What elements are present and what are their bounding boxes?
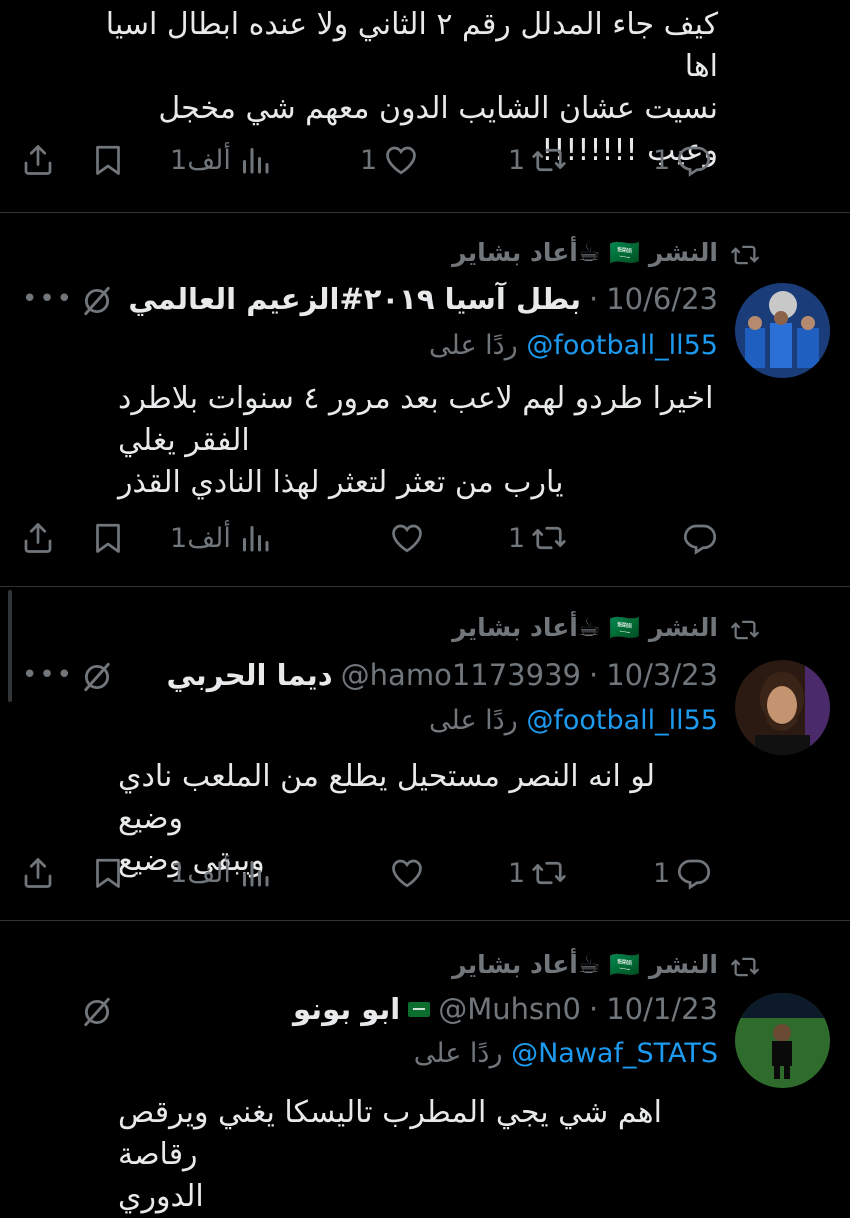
share-button[interactable] [20,520,56,556]
repost-icon [531,142,567,178]
reply-mention[interactable]: @Nawaf_STATS [511,1038,718,1069]
bookmark-button[interactable] [90,520,126,556]
display-name[interactable]: ديما الحربي [166,658,332,692]
bookmark-button[interactable] [90,855,126,891]
reply-mention[interactable]: @football_ll55 [526,330,718,361]
display-name[interactable]: ابو بونو [293,992,400,1026]
grok-icon[interactable] [80,284,114,318]
handle: · [588,282,599,316]
like-button[interactable]: 1 [360,142,419,178]
tweet-text: اخيرا طردو لهم لاعب بعد مرور ٤ سنوات بلا… [118,381,714,500]
share-button[interactable] [20,855,56,891]
like-icon [383,142,419,178]
views-icon [237,142,273,178]
like-button[interactable] [383,520,425,556]
timestamp[interactable]: 10/3/23 [606,658,718,692]
tweet-text: اهم شي يجي المطرب تاليسكا يغني ويرقص رقا… [118,1095,662,1214]
bookmark-icon [90,520,126,556]
separator-dot: · [588,658,599,692]
avatar[interactable] [735,660,830,755]
handle[interactable]: @Muhsn0 [438,992,581,1026]
tweet-3-header: ابو بونو @Muhsn0 · 10/1/23 [293,992,718,1026]
repost-button[interactable]: 1 [508,855,567,891]
timestamp[interactable]: 10/6/23 [606,282,718,316]
reply-mention[interactable]: @football_ll55 [526,705,718,736]
reply-icon [682,520,718,556]
reply-prefix: ردًا على [429,705,518,736]
share-icon [20,855,56,891]
avatar[interactable] [735,283,830,378]
reply-count: 1 [653,857,671,889]
reply-button[interactable]: 1 [653,142,712,178]
repost-count: 1 [508,144,526,176]
reply-button[interactable]: 1 [653,855,712,891]
retweeted-by: أعاد بشاير☕ 🇸🇦 النشر [452,238,718,267]
avatar[interactable] [735,993,830,1088]
bookmark-icon [90,855,126,891]
tweet-1-actions: 1ألف 1 [0,520,850,560]
repost-count: 1 [508,857,526,889]
grok-icon[interactable] [80,660,114,694]
handle[interactable]: @hamo1173939 [341,658,581,692]
display-name[interactable]: بطل آسيا ٢٠١٩#الزعيم العالمي [128,282,581,316]
timestamp[interactable]: 10/1/23 [606,992,718,1026]
like-icon [389,520,425,556]
views-icon [237,520,273,556]
reply-icon [676,855,712,891]
like-button[interactable] [383,855,425,891]
more-icon[interactable]: ••• [22,284,74,314]
reply-to-line: ردًا على @football_ll55 [429,705,718,736]
views-count: 1ألف [170,144,231,176]
views-icon [237,855,273,891]
more-icon[interactable]: ••• [22,660,74,690]
repost-icon [728,240,762,270]
reply-to-line: ردًا على @Nawaf_STATS [414,1038,718,1069]
repost-icon [531,520,567,556]
tweet-2-actions: 1ألف 1 1 [0,855,850,895]
repost-icon [728,615,762,645]
reply-prefix: ردًا على [413,1038,503,1069]
repost-icon [728,952,762,982]
saudi-flag-icon [408,1001,431,1017]
reply-count: 1 [653,144,671,176]
tweet-2-header: ديما الحربي @hamo1173939 · 10/3/23 [166,658,718,692]
reply-button[interactable] [676,520,718,556]
reply-icon [676,142,712,178]
bookmark-icon [90,142,126,178]
views-button[interactable]: 1ألف [170,142,273,178]
thread-line [8,590,12,702]
views-count: 1ألف [170,857,231,889]
share-icon [20,142,56,178]
separator-dot: · [588,992,599,1026]
repost-count: 1 [508,522,526,554]
repost-icon [531,855,567,891]
tweet-0-actions: 1ألف 1 1 1 [0,142,850,182]
reply-prefix: ردًا على [429,330,518,361]
retweeted-by: أعاد بشاير☕ 🇸🇦 النشر [452,950,718,979]
grok-icon[interactable] [80,995,114,1029]
reply-to-line: ردًا على @football_ll55 [429,330,718,361]
views-count: 1ألف [170,522,231,554]
views-button[interactable]: 1ألف [170,520,273,556]
repost-button[interactable]: 1 [508,520,567,556]
share-button[interactable] [20,142,56,178]
retweeted-by: أعاد بشاير☕ 🇸🇦 النشر [452,613,718,642]
divider [0,920,850,921]
bookmark-button[interactable] [90,142,126,178]
share-icon [20,520,56,556]
like-icon [389,855,425,891]
tweet-1-header: بطل آسيا ٢٠١٩#الزعيم العالمي · 10/6/23 [128,282,718,316]
repost-button[interactable]: 1 [508,142,567,178]
divider [0,586,850,587]
views-button[interactable]: 1ألف [170,855,273,891]
like-count: 1 [360,144,378,176]
divider [0,212,850,213]
